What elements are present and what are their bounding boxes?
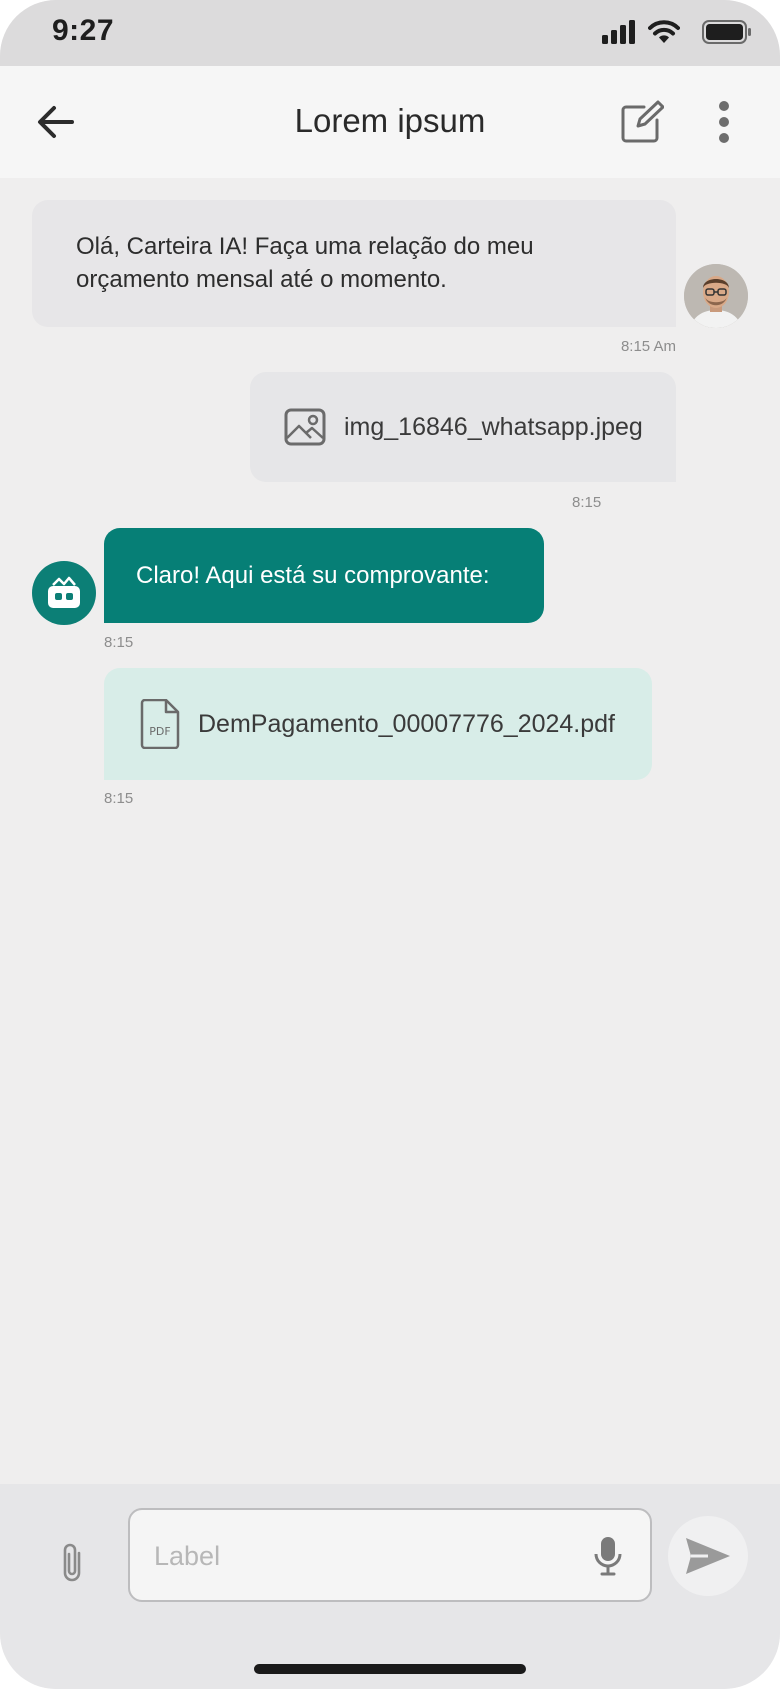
message-time: 8:15 [104, 790, 134, 807]
edit-button[interactable] [616, 96, 668, 148]
svg-text:PDF: PDF [149, 725, 170, 738]
bot-wallet-icon [48, 576, 80, 608]
wifi-icon [648, 20, 680, 43]
page-title: Lorem ipsum [294, 102, 486, 139]
app-bar: Lorem ipsum [0, 66, 780, 178]
message-input-box [128, 1508, 652, 1602]
more-options-button[interactable] [700, 96, 748, 148]
chat-thread: Olá, Carteira IA! Faça uma relação do me… [0, 178, 780, 1484]
arrow-left-icon [38, 106, 74, 138]
signal-icon [602, 20, 635, 44]
status-bar: 9:27 [0, 0, 780, 66]
bot-avatar [32, 561, 96, 625]
bot-message-bubble: Claro! Aqui está su comprovante: [104, 528, 544, 623]
message-time: 8:15 [104, 634, 134, 651]
microphone-icon [594, 1537, 622, 1576]
user-photo-icon [684, 264, 748, 328]
voice-input-button[interactable] [584, 1530, 632, 1582]
message-time: 8:15 Am [620, 338, 676, 355]
send-icon [686, 1538, 730, 1574]
attachment-file-name: img_16846_whatsapp.jpeg [344, 412, 643, 441]
attachment-file-name: DemPagamento_00007776_2024.pdf [198, 709, 616, 738]
attach-button[interactable] [50, 1532, 94, 1594]
status-time: 9:27 [52, 14, 115, 47]
message-composer [0, 1484, 780, 1689]
back-button[interactable] [30, 96, 82, 148]
user-avatar[interactable] [684, 264, 748, 328]
phone-screen: 9:27 Lorem ipsum Olá, Carteira IA! Faça … [0, 0, 780, 1689]
pdf-file-icon: PDF [140, 699, 180, 749]
battery-icon [702, 20, 751, 44]
home-indicator [254, 1664, 526, 1674]
edit-icon [621, 100, 664, 143]
image-icon [284, 408, 326, 446]
more-vertical-icon [719, 101, 729, 143]
message-input[interactable] [152, 1532, 556, 1580]
user-message-bubble: Olá, Carteira IA! Faça uma relação do me… [32, 200, 676, 327]
message-time: 8:15 [572, 494, 602, 511]
user-image-attachment[interactable]: img_16846_whatsapp.jpeg [250, 372, 676, 482]
bot-pdf-attachment[interactable]: PDF DemPagamento_00007776_2024.pdf [104, 668, 652, 780]
send-button[interactable] [668, 1516, 748, 1596]
paperclip-icon [63, 1543, 81, 1582]
